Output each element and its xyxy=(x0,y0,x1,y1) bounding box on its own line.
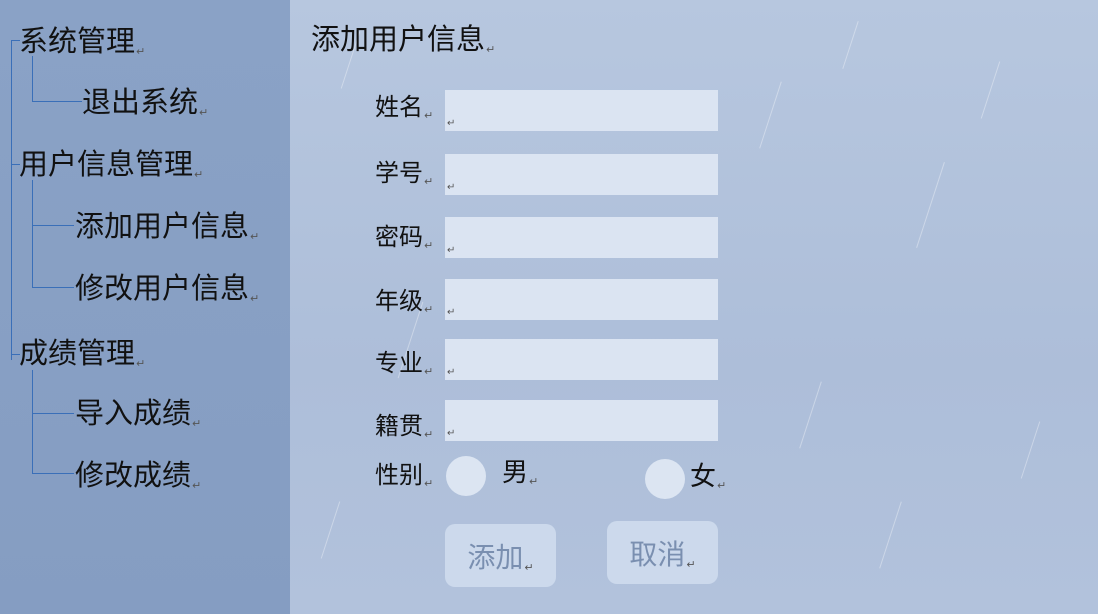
paragraph-mark: ↵ xyxy=(424,477,434,490)
paragraph-mark: ↵ xyxy=(686,557,696,571)
field-label: 籍贯 xyxy=(375,412,423,440)
tree-line xyxy=(32,225,74,226)
label-hometown: 籍贯↵ xyxy=(375,411,433,450)
menu-group-system[interactable]: 系统管理↵ xyxy=(19,24,145,69)
menu-item-label: 修改用户信息 xyxy=(75,271,250,305)
sidebar: 系统管理↵ 退出系统↵ 用户信息管理↵ 添加用户信息↵ 修改用户信息↵ 成绩管理… xyxy=(0,0,290,614)
gender-male-radio[interactable] xyxy=(446,456,486,496)
rain-streak xyxy=(842,21,859,69)
paragraph-mark: ↵ xyxy=(447,428,456,439)
form-title-text: 添加用户信息 xyxy=(311,22,486,56)
paragraph-mark: ↵ xyxy=(529,475,539,488)
hometown-input[interactable] xyxy=(445,400,718,441)
paragraph-mark: ↵ xyxy=(447,182,456,193)
add-button-label: 添加 xyxy=(467,540,524,574)
paragraph-mark: ↵ xyxy=(250,292,260,305)
gender-male-label: 男↵ xyxy=(502,458,538,497)
menu-group-label: 系统管理 xyxy=(19,24,136,58)
gender-female-radio[interactable] xyxy=(645,459,685,499)
grade-input[interactable] xyxy=(445,279,718,320)
tree-line xyxy=(11,40,12,360)
rain-streak xyxy=(980,61,1001,119)
paragraph-mark: ↵ xyxy=(424,303,434,316)
menu-item-import-grades[interactable]: 导入成绩↵ xyxy=(75,396,201,441)
menu-item-add-user[interactable]: 添加用户信息↵ xyxy=(75,209,259,254)
menu-item-edit-user[interactable]: 修改用户信息↵ xyxy=(75,271,259,316)
label-gender: 性别↵ xyxy=(375,460,433,499)
paragraph-mark: ↵ xyxy=(250,230,260,243)
gender-option-text: 女 xyxy=(690,462,717,492)
field-label: 专业 xyxy=(375,349,423,377)
cancel-button-label: 取消 xyxy=(629,537,686,571)
menu-group-user-info[interactable]: 用户信息管理↵ xyxy=(19,147,203,192)
major-input[interactable] xyxy=(445,339,718,380)
tree-line xyxy=(32,101,82,102)
label-major: 专业↵ xyxy=(375,348,433,387)
page: 系统管理↵ 退出系统↵ 用户信息管理↵ 添加用户信息↵ 修改用户信息↵ 成绩管理… xyxy=(0,0,1098,614)
student-id-input[interactable] xyxy=(445,154,718,195)
tree-line xyxy=(32,180,33,288)
paragraph-mark: ↵ xyxy=(447,118,456,129)
paragraph-mark: ↵ xyxy=(486,43,496,56)
paragraph-mark: ↵ xyxy=(447,367,456,378)
menu-item-logout[interactable]: 退出系统↵ xyxy=(82,85,208,130)
rain-streak xyxy=(320,501,341,559)
paragraph-mark: ↵ xyxy=(136,357,146,370)
paragraph-mark: ↵ xyxy=(424,175,434,188)
menu-item-edit-grades[interactable]: 修改成绩↵ xyxy=(75,458,201,503)
paragraph-mark: ↵ xyxy=(447,307,456,318)
field-label: 学号 xyxy=(375,159,423,187)
menu-group-grades[interactable]: 成绩管理↵ xyxy=(19,336,145,381)
paragraph-mark: ↵ xyxy=(424,239,434,252)
add-button[interactable]: 添加↵ xyxy=(445,524,556,587)
tree-line xyxy=(32,413,74,414)
menu-group-label: 用户信息管理 xyxy=(19,147,194,181)
field-label: 密码 xyxy=(375,223,423,251)
label-password: 密码↵ xyxy=(375,222,433,261)
rain-streak xyxy=(916,162,945,248)
rain-streak xyxy=(759,81,782,149)
paragraph-mark: ↵ xyxy=(192,479,202,492)
label-name: 姓名↵ xyxy=(375,92,433,131)
cancel-button[interactable]: 取消↵ xyxy=(607,521,718,584)
paragraph-mark: ↵ xyxy=(199,106,209,119)
menu-item-label: 导入成绩 xyxy=(75,396,192,430)
paragraph-mark: ↵ xyxy=(192,417,202,430)
password-input[interactable] xyxy=(445,217,718,258)
tree-line xyxy=(32,370,33,474)
form-title: 添加用户信息↵ xyxy=(311,22,495,67)
menu-item-label: 退出系统 xyxy=(82,85,199,119)
gender-female-label: 女↵ xyxy=(690,462,726,501)
rain-streak xyxy=(799,381,822,449)
field-label: 姓名 xyxy=(375,93,423,121)
tree-line xyxy=(32,473,74,474)
gender-option-text: 男 xyxy=(502,458,529,488)
paragraph-mark: ↵ xyxy=(524,560,534,574)
label-grade: 年级↵ xyxy=(375,286,433,325)
menu-item-label: 添加用户信息 xyxy=(75,209,250,243)
paragraph-mark: ↵ xyxy=(424,109,434,122)
paragraph-mark: ↵ xyxy=(136,45,146,58)
field-label: 性别 xyxy=(375,461,423,489)
menu-group-label: 成绩管理 xyxy=(19,336,136,370)
rain-streak xyxy=(1020,421,1041,479)
field-label: 年级 xyxy=(375,287,423,315)
menu-item-label: 修改成绩 xyxy=(75,458,192,492)
name-input[interactable] xyxy=(445,90,718,131)
tree-line xyxy=(32,287,74,288)
paragraph-mark: ↵ xyxy=(194,168,204,181)
label-student-id: 学号↵ xyxy=(375,158,433,197)
paragraph-mark: ↵ xyxy=(447,245,456,256)
paragraph-mark: ↵ xyxy=(717,479,727,492)
paragraph-mark: ↵ xyxy=(424,365,434,378)
paragraph-mark: ↵ xyxy=(424,428,434,441)
rain-streak xyxy=(879,501,902,569)
